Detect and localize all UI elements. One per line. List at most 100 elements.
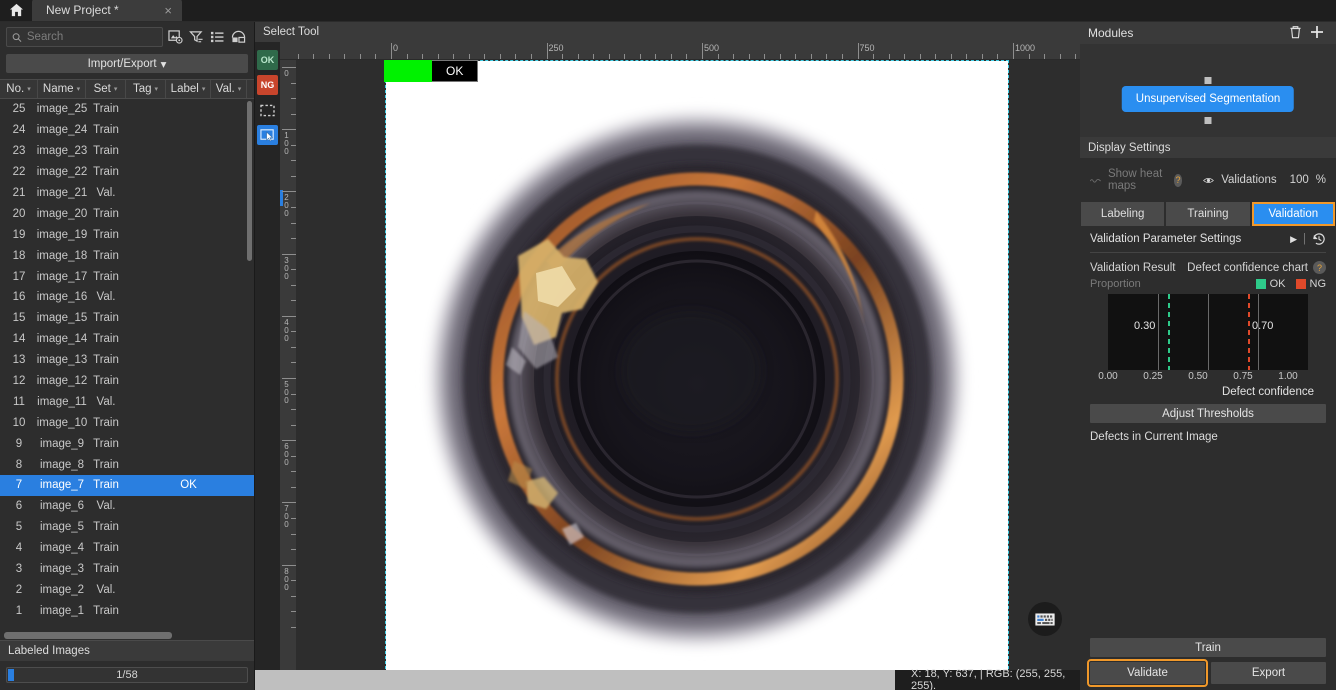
table-row[interactable]: 22 image_22 Train (0, 162, 254, 183)
horizontal-scrollbar[interactable] (4, 632, 172, 639)
table-row[interactable]: 11 image_11 Val. (0, 391, 254, 412)
image-settings-icon[interactable] (168, 30, 183, 44)
marquee-select-tool-button[interactable] (257, 100, 278, 120)
cell-no: 9 (15, 437, 23, 450)
history-revert-icon[interactable] (1312, 232, 1326, 246)
chart-x-axis: 0.00 0.25 0.50 0.75 1.00 (1098, 370, 1318, 384)
ruler-tick (904, 54, 906, 59)
table-row[interactable]: 12 image_12 Train (0, 371, 254, 392)
home-button[interactable] (0, 0, 32, 21)
delete-module-button[interactable] (1285, 25, 1306, 42)
table-row[interactable]: 18 image_18 Train (0, 245, 254, 266)
column-label: Val. (215, 83, 235, 95)
table-row[interactable]: 8 image_8 Train (0, 454, 254, 475)
module-graph-canvas[interactable]: Unsupervised Segmentation (1080, 44, 1336, 137)
cell-name: image_7 (39, 479, 85, 492)
move-select-tool-button[interactable] (257, 125, 278, 145)
ok-tool-button[interactable]: OK (257, 50, 278, 70)
table-row[interactable]: 21 image_21 Val. (0, 183, 254, 204)
cell-no: 25 (12, 103, 26, 116)
train-button[interactable]: Train (1090, 638, 1326, 657)
column-header-no[interactable]: No. ▾ (0, 80, 38, 98)
cell-set: Val. (96, 187, 116, 199)
list-tool-icons (168, 30, 248, 44)
threshold-line-ok[interactable] (1168, 294, 1170, 370)
horizontal-ruler[interactable]: 0 250 500 750 1000 (280, 42, 1080, 60)
search-row (0, 22, 254, 48)
tab-training[interactable]: Training (1166, 202, 1250, 226)
ng-tool-button[interactable]: NG (257, 75, 278, 95)
canvas-panel: Select Tool OK NG 0 250 500 750 1000 0 1… (255, 22, 1080, 690)
cursor-readout: X: 18, Y: 637, | RGB: (255, 255, 255). (895, 668, 1080, 690)
table-row[interactable]: 13 image_13 Train (0, 350, 254, 371)
close-icon[interactable]: × (162, 4, 174, 17)
defects-in-current-image-label: Defects in Current Image (1090, 431, 1218, 443)
column-header-val[interactable]: Val. ▾ (211, 80, 247, 98)
vertical-ruler[interactable]: 0 100 200 300 400 500 600 700 800 (280, 60, 296, 670)
cell-set: Train (93, 166, 119, 179)
export-button[interactable]: Export (1211, 662, 1326, 684)
tab-labeling[interactable]: Labeling (1081, 202, 1165, 226)
validate-button[interactable]: Validate (1087, 659, 1208, 687)
tab-validation[interactable]: Validation (1251, 202, 1335, 226)
table-row[interactable]: 14 image_14 Train (0, 329, 254, 350)
module-node-unsupervised-segmentation[interactable]: Unsupervised Segmentation (1121, 86, 1295, 112)
import-export-button[interactable]: Import/Export ▾ (6, 54, 248, 73)
ruler-tick (779, 54, 781, 59)
inspection-image (386, 61, 1008, 670)
table-row[interactable]: 6 image_6 Val. (0, 496, 254, 517)
validation-parameter-settings-row[interactable]: Validation Parameter Settings ▶ | (1080, 226, 1336, 252)
table-row[interactable]: 9 image_9 Train (0, 433, 254, 454)
image-frame[interactable]: OK (384, 60, 1009, 670)
eye-icon[interactable] (1203, 175, 1215, 186)
column-header-name[interactable]: Name ▾ (38, 80, 86, 98)
node-handle-bottom[interactable] (1204, 117, 1212, 124)
column-header-label[interactable]: Label ▾ (166, 80, 211, 98)
table-row[interactable]: 24 image_24 Train (0, 120, 254, 141)
labeled-images-progress[interactable]: 1/58 (6, 667, 248, 683)
add-module-button[interactable] (1306, 25, 1328, 42)
cell-no: 10 (12, 416, 26, 429)
layout-view-icon[interactable] (231, 30, 246, 44)
modules-header: Modules (1080, 22, 1336, 44)
table-row[interactable]: 3 image_3 Train (0, 559, 254, 580)
help-icon[interactable]: ? (1173, 173, 1183, 187)
column-header-set[interactable]: Set ▾ (86, 80, 126, 98)
table-row[interactable]: 23 image_23 Train (0, 141, 254, 162)
table-row[interactable]: 10 image_10 Train (0, 412, 254, 433)
table-row[interactable]: 19 image_19 Train (0, 224, 254, 245)
table-row[interactable]: 5 image_5 Train (0, 517, 254, 538)
table-row[interactable]: 25 image_25 Train (0, 99, 254, 120)
ruler-tick (1028, 54, 1030, 59)
table-row[interactable]: 17 image_17 Train (0, 266, 254, 287)
image-viewport[interactable]: OK (296, 60, 1080, 670)
table-row[interactable]: 20 image_20 Train (0, 203, 254, 224)
validations-value[interactable]: 100 (1290, 174, 1309, 186)
legend-label-ok: OK (1269, 278, 1286, 290)
table-row[interactable]: 15 image_15 Train (0, 308, 254, 329)
keyboard-shortcuts-button[interactable] (1028, 602, 1062, 636)
filter-icon[interactable] (189, 30, 204, 44)
table-row[interactable]: 7 image_7 Train OK (0, 475, 254, 496)
chart-plot-area[interactable]: 0.30 0.70 (1108, 294, 1308, 370)
list-view-icon[interactable] (210, 30, 225, 44)
search-box[interactable] (6, 27, 163, 47)
table-row[interactable]: 4 image_4 Train (0, 538, 254, 559)
search-input[interactable] (26, 31, 157, 43)
cell-set: Train (93, 207, 119, 220)
adjust-thresholds-button[interactable]: Adjust Thresholds (1090, 404, 1326, 423)
play-triangle-icon[interactable]: ▶ (1290, 234, 1303, 245)
table-row[interactable]: 2 image_2 Val. (0, 579, 254, 600)
keyboard-icon (1035, 612, 1055, 626)
help-icon[interactable]: ? (1313, 261, 1326, 274)
vertical-scrollbar[interactable] (247, 101, 252, 261)
ruler-tick (950, 54, 952, 59)
project-tab[interactable]: New Project * × (32, 0, 182, 21)
table-row[interactable]: 1 image_1 Train (0, 600, 254, 621)
column-header-tag[interactable]: Tag ▾ (126, 80, 166, 98)
table-row[interactable]: 16 image_16 Val. (0, 287, 254, 308)
node-handle-top[interactable] (1204, 77, 1212, 84)
validations-unit: % (1315, 174, 1327, 186)
threshold-line-ng[interactable] (1248, 294, 1250, 370)
defect-confidence-chart[interactable]: 0.30 0.70 0.00 0.25 0.50 0.75 1.00 Defect con… (1080, 294, 1336, 398)
